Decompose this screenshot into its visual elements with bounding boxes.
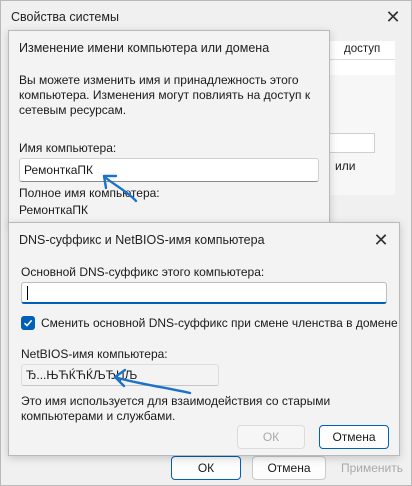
netbios-name-field: Ђ...ЊЋЌЋЌЉЂЏЉ xyxy=(21,364,219,386)
background-text-fragment: или xyxy=(335,159,356,173)
computer-name-input[interactable]: РемонткаПК xyxy=(19,158,319,182)
checkmark-icon xyxy=(23,319,33,327)
dns-cancel-button[interactable]: Отмена xyxy=(319,425,389,449)
change-suffix-checkbox[interactable] xyxy=(21,316,35,330)
close-icon: ✕ xyxy=(373,229,389,251)
computer-name-value: РемонткаПК xyxy=(24,163,93,177)
system-properties-apply-button[interactable]: Применить xyxy=(335,456,409,480)
dns-suffix-dialog: DNS-суффикс и NetBIOS-имя компьютера ✕ О… xyxy=(8,222,400,456)
rename-dialog-title: Изменение имени компьютера или домена xyxy=(19,41,270,55)
full-name-value: РемонткаПК xyxy=(19,203,88,217)
tab-fragment-access: доступ xyxy=(344,43,381,55)
rename-dialog-titlebar: Изменение имени компьютера или домена xyxy=(9,31,329,65)
rename-computer-dialog: Изменение имени компьютера или домена Вы… xyxy=(8,30,330,226)
computer-name-label: Имя компьютера: xyxy=(19,141,117,155)
dns-suffix-input[interactable] xyxy=(21,282,387,304)
tabs-area: доступ xyxy=(323,41,395,75)
system-properties-ok-button[interactable]: ОК xyxy=(171,456,241,480)
dns-suffix-label: Основной DNS-суффикс этого компьютера: xyxy=(21,265,265,279)
dns-dialog-titlebar: DNS-суффикс и NetBIOS-имя компьютера xyxy=(9,223,399,257)
background-field-fragment xyxy=(323,133,375,153)
change-suffix-checkbox-label: Сменить основной DNS-суффикс при смене ч… xyxy=(41,316,398,330)
close-icon: ✕ xyxy=(385,6,401,28)
text-caret xyxy=(27,285,28,300)
system-properties-close-button[interactable]: ✕ xyxy=(375,1,411,33)
tab-separator xyxy=(324,59,395,60)
netbios-label: NetBIOS-имя компьютера: xyxy=(21,347,168,361)
dns-dialog-title: DNS-суффикс и NetBIOS-имя компьютера xyxy=(19,233,265,247)
dns-ok-button[interactable]: ОК xyxy=(237,425,305,449)
dns-dialog-close-button[interactable]: ✕ xyxy=(363,223,399,257)
netbios-name-value: Ђ...ЊЋЌЋЌЉЂЏЉ xyxy=(26,368,138,382)
rename-dialog-description: Вы можете изменить имя и принадлежность … xyxy=(19,73,311,117)
system-properties-title: Свойства системы xyxy=(11,10,119,24)
full-name-label: Полное имя компьютера: xyxy=(19,186,160,200)
netbios-note: Это имя используется для взаимодействия … xyxy=(21,394,331,423)
system-properties-titlebar: Свойства системы xyxy=(1,1,411,33)
system-properties-cancel-button[interactable]: Отмена xyxy=(252,456,326,480)
